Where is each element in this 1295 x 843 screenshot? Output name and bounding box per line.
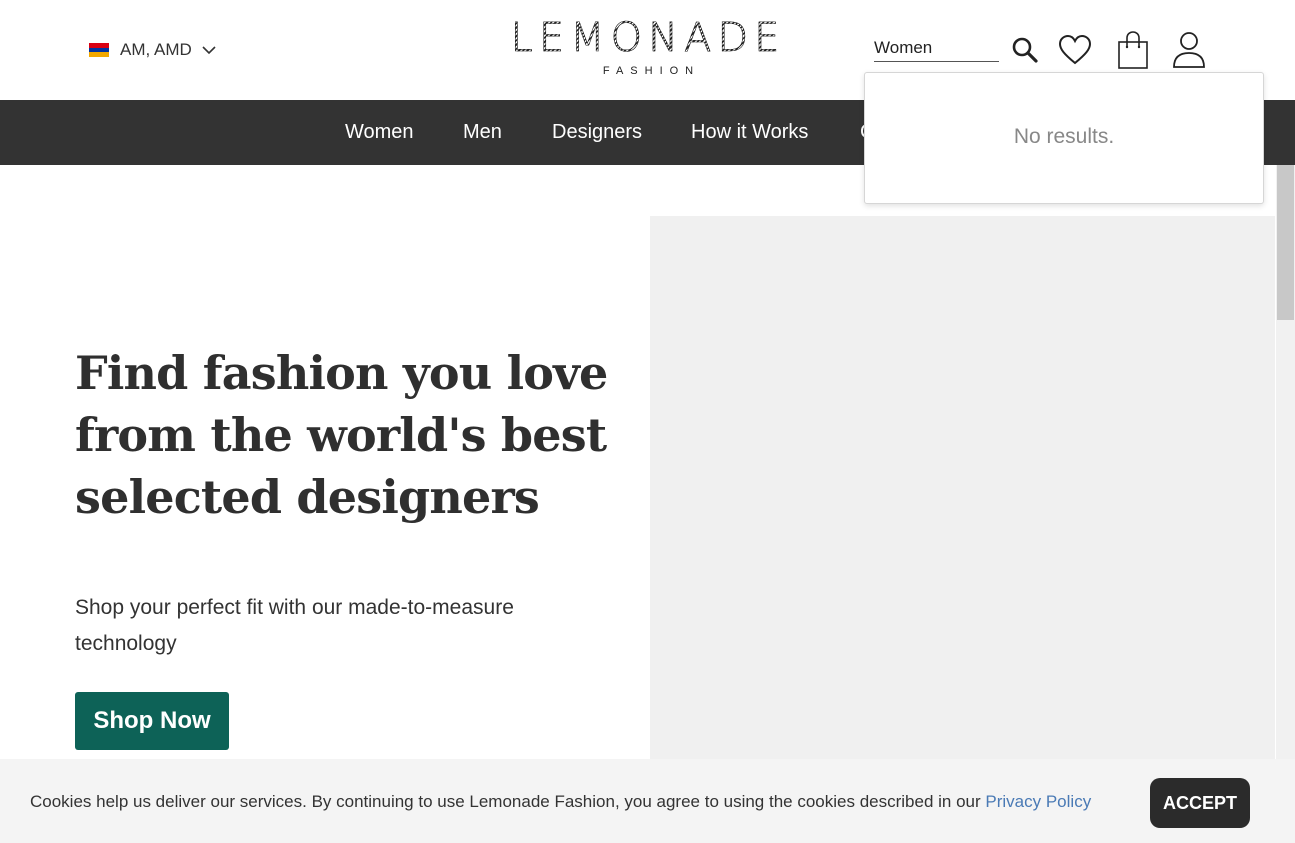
privacy-policy-link[interactable]: Privacy Policy — [985, 792, 1091, 811]
cookie-text: Cookies help us deliver our services. By… — [30, 792, 986, 811]
hero-title: Find fashion you love from the world's b… — [75, 342, 615, 528]
scrollbar-thumb[interactable] — [1277, 165, 1294, 320]
shop-now-button[interactable]: Shop Now — [75, 692, 229, 750]
site-logo[interactable]: LEMONADE FASHION — [508, 18, 788, 78]
heart-icon[interactable] — [1057, 32, 1093, 68]
page-scrollbar[interactable] — [1276, 165, 1295, 843]
logo-wordmark: LEMONADE — [508, 18, 788, 59]
search-input[interactable] — [874, 34, 999, 62]
nav-item-designers[interactable]: Designers — [552, 100, 642, 165]
hero-title-line: selected designers — [75, 470, 540, 524]
hero-title-line: from the world's best — [75, 408, 607, 462]
nav-item-women[interactable]: Women — [345, 100, 414, 165]
nav-item-how-it-works[interactable]: How it Works — [691, 100, 808, 165]
search-results-dropdown: No results. — [864, 72, 1264, 204]
nav-item-men[interactable]: Men — [463, 100, 502, 165]
chevron-down-icon — [202, 46, 216, 55]
hero-subtitle: Shop your perfect fit with our made-to-m… — [75, 596, 514, 655]
user-icon[interactable] — [1170, 30, 1208, 70]
cookie-banner: Cookies help us deliver our services. By… — [0, 759, 1295, 843]
locale-label: AM, AMD — [120, 40, 192, 59]
logo-tagline: FASHION — [602, 65, 701, 77]
accept-cookies-button[interactable]: ACCEPT — [1150, 778, 1250, 828]
search-icon[interactable] — [1010, 35, 1040, 65]
shopping-bag-icon[interactable] — [1114, 28, 1152, 72]
armenia-flag-icon — [89, 43, 109, 58]
hero-title-line: Find fashion you love — [75, 346, 608, 400]
no-results-message: No results. — [1013, 125, 1115, 148]
locale-selector[interactable]: AM, AMD — [89, 38, 216, 62]
cookie-message: Cookies help us deliver our services. By… — [30, 792, 1091, 812]
hero-image — [650, 216, 1275, 776]
